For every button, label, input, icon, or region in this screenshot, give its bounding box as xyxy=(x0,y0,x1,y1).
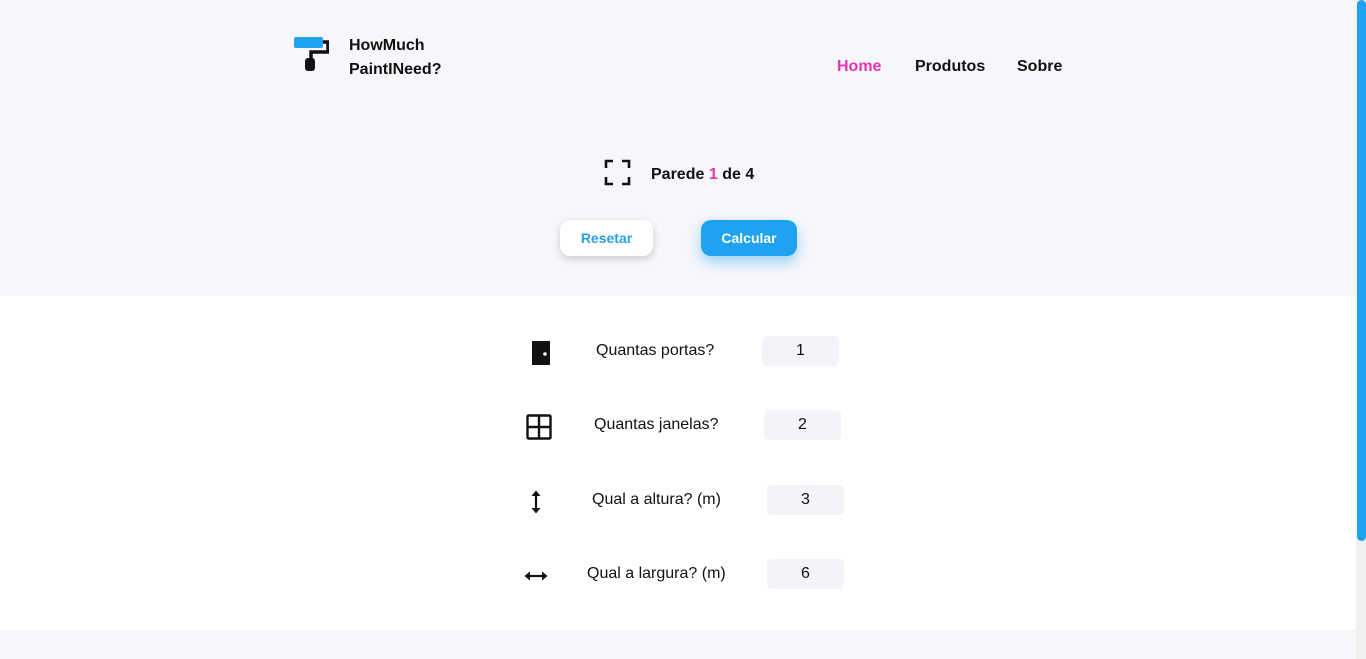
horizontal-arrows-icon xyxy=(523,563,549,589)
vertical-arrows-icon xyxy=(523,489,549,515)
wall-indicator: Parede 1 de 4 xyxy=(604,159,754,191)
paint-roller-icon xyxy=(293,34,329,72)
nav-products[interactable]: Produtos xyxy=(915,58,985,76)
brand-line-1: HowMuch xyxy=(349,37,425,54)
wall-total: 4 xyxy=(745,166,755,183)
width-label: Qual a largura? (m) xyxy=(587,565,726,582)
wall-counter: Parede 1 de 4 xyxy=(651,166,754,184)
scrollbar-thumb[interactable] xyxy=(1357,0,1366,541)
window-icon xyxy=(526,414,552,440)
frame-corners-icon xyxy=(604,159,631,191)
wall-prefix: Parede xyxy=(651,166,705,183)
page-scrollbar[interactable] xyxy=(1356,0,1366,659)
brand-line-2: PaintINeed? xyxy=(349,61,442,78)
height-input[interactable] xyxy=(767,485,844,515)
logo[interactable]: HowMuch PaintINeed? xyxy=(293,34,441,82)
wall-current: 1 xyxy=(708,166,718,183)
wall-connector: de xyxy=(722,166,741,183)
width-row: Qual a largura? (m) xyxy=(0,559,1356,591)
doors-row: Quantas portas? xyxy=(0,336,1356,368)
header-section: HowMuch PaintINeed? Home Produtos Sobre … xyxy=(0,0,1356,296)
doors-label: Quantas portas? xyxy=(596,342,715,359)
door-icon xyxy=(528,340,554,366)
footer-section xyxy=(0,630,1356,659)
reset-button[interactable]: Resetar xyxy=(560,220,653,256)
wall-form: Quantas portas? Quantas janelas? Qual a … xyxy=(0,296,1356,630)
nav-home[interactable]: Home xyxy=(837,58,881,76)
height-label: Qual a altura? (m) xyxy=(592,491,721,508)
brand-name: HowMuch PaintINeed? xyxy=(349,34,441,82)
doors-input[interactable] xyxy=(762,336,839,366)
windows-label: Quantas janelas? xyxy=(594,416,719,433)
height-row: Qual a altura? (m) xyxy=(0,485,1356,517)
windows-input[interactable] xyxy=(764,410,841,440)
nav-about[interactable]: Sobre xyxy=(1017,58,1062,76)
windows-row: Quantas janelas? xyxy=(0,410,1356,442)
width-input[interactable] xyxy=(767,559,844,589)
calculate-button[interactable]: Calcular xyxy=(701,220,797,256)
